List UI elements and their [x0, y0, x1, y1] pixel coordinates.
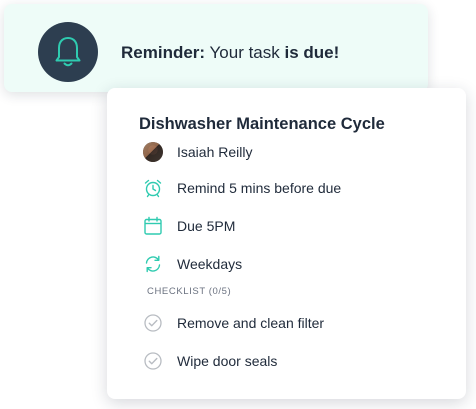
task-card[interactable]: Dishwasher Maintenance Cycle Isaiah Reil…: [107, 88, 466, 399]
toast-prefix: Reminder:: [121, 43, 206, 62]
calendar-icon: [144, 216, 162, 235]
assignee-avatar: [143, 142, 163, 162]
due-row: Due 5PM: [143, 215, 235, 237]
reminder-text: Remind 5 mins before due: [177, 180, 342, 196]
checklist-item[interactable]: Remove and clean filter: [143, 312, 324, 334]
bell-badge: [38, 22, 98, 82]
assignee-row: Isaiah Reilly: [143, 141, 252, 163]
check-circle-icon[interactable]: [143, 313, 163, 333]
bell-icon: [55, 37, 81, 67]
repeat-icon: [145, 255, 161, 273]
reminder-row: Remind 5 mins before due: [143, 177, 341, 199]
check-circle-icon[interactable]: [143, 351, 163, 371]
task-title: Dishwasher Maintenance Cycle: [139, 115, 385, 133]
alarm-clock-icon: [144, 179, 162, 198]
repeat-row: Weekdays: [143, 253, 242, 275]
assignee-name: Isaiah Reilly: [177, 144, 253, 160]
reminder-toast[interactable]: Reminder: Your task is due!: [4, 4, 428, 92]
toast-suffix: is due!: [284, 43, 340, 62]
due-text: Due 5PM: [177, 218, 236, 234]
toast-middle: Your task: [209, 43, 280, 62]
checklist-item-label: Wipe door seals: [177, 353, 278, 369]
checklist-item-label: Remove and clean filter: [177, 315, 325, 331]
checklist-header: CHECKLIST (0/5): [147, 286, 232, 297]
repeat-text: Weekdays: [177, 256, 243, 272]
checklist-item[interactable]: Wipe door seals: [143, 350, 277, 372]
toast-message: Reminder: Your task is due!: [121, 43, 339, 63]
